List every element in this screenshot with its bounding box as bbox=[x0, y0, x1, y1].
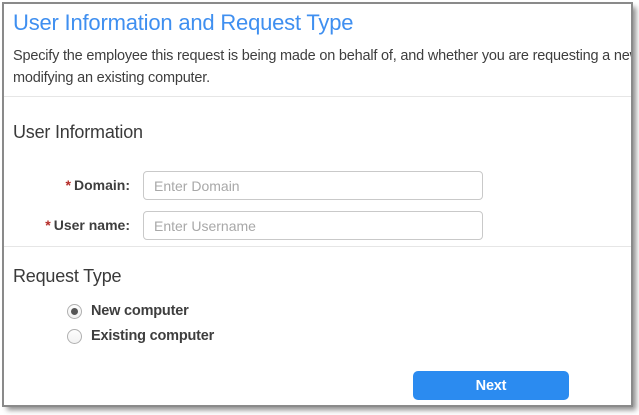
existing-computer-radio[interactable] bbox=[67, 329, 82, 344]
section-divider bbox=[4, 246, 631, 247]
wizard-panel: User Information and Request Type Specif… bbox=[2, 2, 633, 407]
page-description: Specify the employee this request is bei… bbox=[13, 45, 633, 89]
existing-computer-radio-label: Existing computer bbox=[91, 328, 214, 344]
username-label: *User name: bbox=[4, 211, 130, 240]
required-asterisk: * bbox=[45, 217, 50, 233]
request-type-heading: Request Type bbox=[13, 266, 121, 287]
domain-label: *Domain: bbox=[4, 171, 130, 200]
required-asterisk: * bbox=[66, 177, 71, 193]
user-information-heading: User Information bbox=[13, 122, 143, 143]
domain-label-text: Domain: bbox=[74, 177, 130, 193]
domain-input[interactable] bbox=[143, 171, 483, 200]
radio-option-new-computer[interactable]: New computer bbox=[67, 303, 189, 319]
description-line-2: modifying an existing computer. bbox=[13, 67, 633, 89]
username-label-text: User name: bbox=[54, 217, 130, 233]
description-line-1: Specify the employee this request is bei… bbox=[13, 45, 633, 67]
username-input[interactable] bbox=[143, 211, 483, 240]
section-divider bbox=[4, 96, 631, 97]
radio-option-existing-computer[interactable]: Existing computer bbox=[67, 328, 214, 344]
new-computer-radio-label: New computer bbox=[91, 303, 189, 319]
page-title: User Information and Request Type bbox=[13, 10, 353, 36]
next-button[interactable]: Next bbox=[413, 371, 569, 400]
new-computer-radio[interactable] bbox=[67, 304, 82, 319]
